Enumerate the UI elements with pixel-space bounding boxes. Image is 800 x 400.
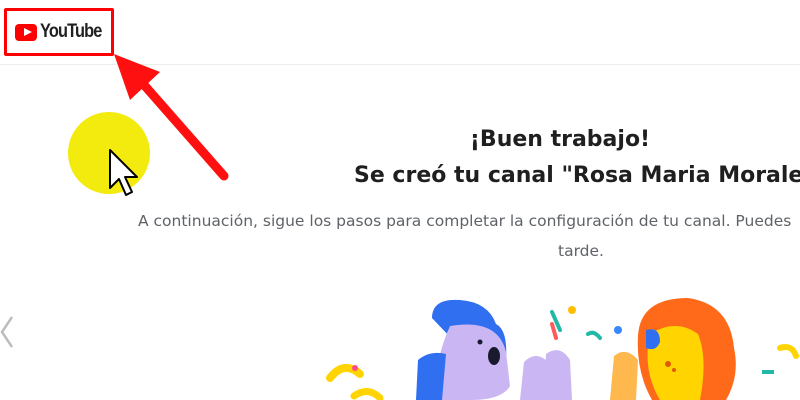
youtube-logo[interactable]: YouTube	[4, 8, 114, 56]
play-icon	[15, 23, 37, 41]
page-heading: ¡Buen trabajo! Se creó tu canal "Rosa Ma…	[290, 122, 800, 194]
subtitle-line2: tarde.	[558, 242, 604, 260]
heading-line1: ¡Buen trabajo!	[469, 127, 651, 152]
mouse-cursor-icon	[109, 149, 138, 196]
subtitle-line1: A continuación, sigue los pasos para com…	[138, 212, 792, 230]
celebration-illustration	[326, 298, 799, 400]
previous-button[interactable]	[0, 314, 16, 350]
heading-line2: Se creó tu canal "Rosa Maria Morales"	[354, 163, 800, 188]
top-bar: YouTube	[0, 0, 800, 65]
logo-text: YouTube	[39, 21, 102, 42]
chevron-left-icon	[0, 316, 14, 348]
page-subtitle: A continuación, sigue los pasos para com…	[138, 206, 800, 266]
